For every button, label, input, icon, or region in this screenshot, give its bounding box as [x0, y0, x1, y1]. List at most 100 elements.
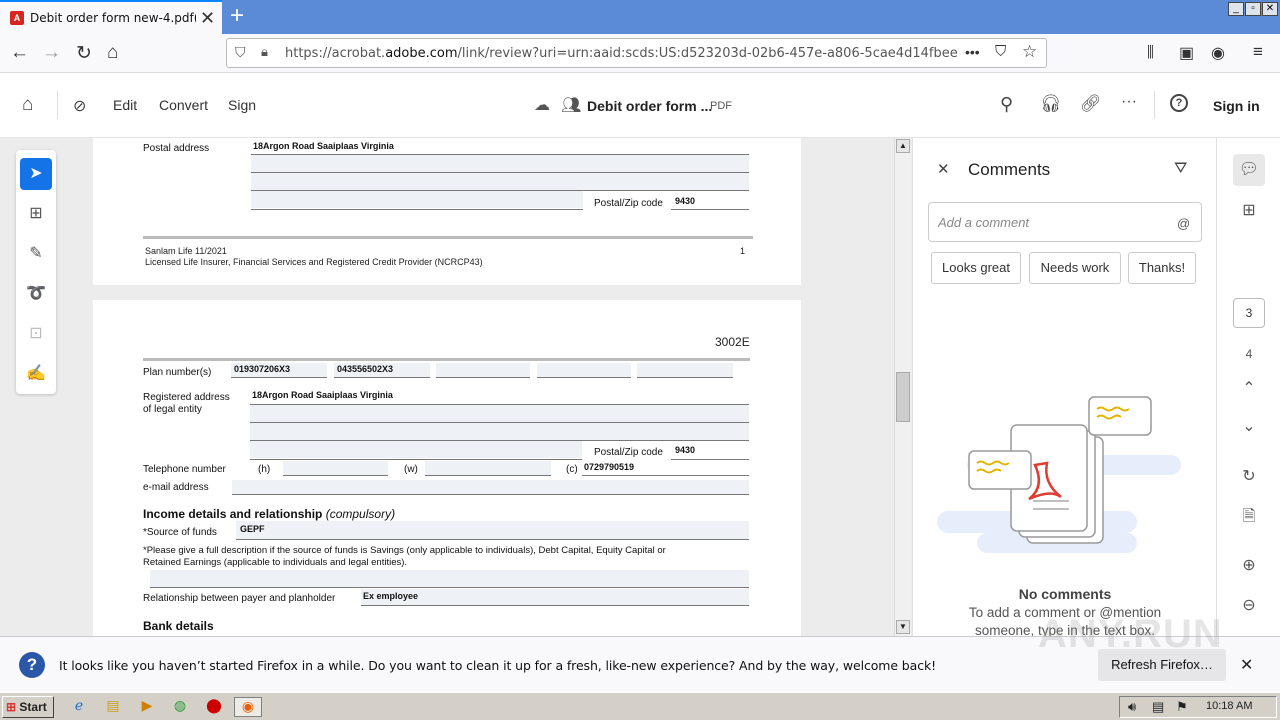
telephone-w-label: (w)	[404, 464, 418, 475]
volume-icon[interactable]: 🔊︎	[1128, 699, 1136, 715]
field-line	[361, 605, 749, 606]
scroll-thumb[interactable]	[896, 372, 910, 422]
search-icon[interactable]: ⚲	[1000, 94, 1013, 115]
field-line	[671, 209, 749, 210]
telephone-c-label: (c)	[566, 464, 578, 475]
previous-page-icon[interactable]: ⌃	[1233, 378, 1265, 398]
network-icon[interactable]: ▤	[1152, 699, 1164, 715]
close-panel-icon[interactable]: ✕	[937, 160, 950, 178]
quick-reply-needs-work[interactable]: Needs work	[1029, 252, 1121, 284]
document-title[interactable]: Debit order form ...	[587, 98, 712, 114]
field-bg	[361, 589, 749, 605]
minimize-button[interactable]: _	[1228, 2, 1244, 16]
extract-pages-icon[interactable]: 🗎︎	[1233, 505, 1265, 532]
thumbnails-icon[interactable]: ⊞	[1233, 200, 1265, 220]
comment-placeholder: Add a comment	[938, 215, 1030, 230]
document-scrollbar[interactable]: ▲ ▼	[894, 138, 911, 636]
quick-reply-thanks[interactable]: Thanks!	[1128, 252, 1196, 284]
firefox-taskbar-button[interactable]: ◉	[234, 697, 262, 717]
security-icon[interactable]: ⬤	[204, 697, 224, 717]
people-icon[interactable]: 👥︎	[561, 95, 581, 115]
field-bg	[150, 570, 749, 587]
more-icon[interactable]: ···	[1121, 93, 1137, 111]
text-box-icon[interactable]: ⊡	[20, 318, 52, 350]
comments-panel-icon[interactable]: 💬︎	[1233, 154, 1265, 186]
draw-lasso-icon[interactable]: ➰	[20, 278, 52, 310]
bank-details-heading: Bank details	[143, 619, 214, 633]
select-tool-icon[interactable]: ➤	[20, 158, 52, 190]
close-window-button[interactable]: ✕	[1262, 2, 1278, 16]
clock[interactable]: 10:18 AM	[1206, 700, 1252, 712]
url-text[interactable]: https://acrobat.adobe.com/link/review?ur…	[285, 46, 958, 61]
home-icon[interactable]: ⌂	[107, 42, 118, 64]
link-icon[interactable]: 🔗︎	[1080, 94, 1102, 114]
start-button[interactable]: ⊞ Start	[2, 696, 54, 718]
menu-icon[interactable]: ≡	[1253, 42, 1263, 62]
footer-rule	[143, 236, 753, 239]
help-icon[interactable]: ?	[1170, 94, 1188, 112]
more-actions-icon[interactable]: •••	[965, 44, 980, 60]
add-comment-icon[interactable]: ⊞	[20, 198, 52, 230]
anyrun-watermark: ANY.RUN	[1038, 612, 1223, 656]
mention-icon[interactable]: @	[1177, 216, 1190, 231]
divider	[57, 91, 58, 119]
back-icon[interactable]: ←	[10, 42, 29, 64]
close-tab-icon[interactable]: ✕	[200, 8, 215, 29]
registered-address-value: 18Argon Road Saaiplaas Virginia	[252, 390, 393, 400]
sign-in-button[interactable]: Sign in	[1213, 98, 1260, 114]
sign-icon[interactable]: ✍	[20, 358, 52, 390]
postal-zip-value: 9430	[675, 445, 696, 455]
field-line	[236, 539, 749, 540]
field-line	[232, 494, 749, 495]
sidebar-icon[interactable]: ▣	[1179, 43, 1194, 63]
page-total: 4	[1245, 347, 1253, 361]
browser-tab[interactable]: A Debit order form new-4.pdf(Revie ✕	[0, 0, 222, 34]
account-icon[interactable]: ◉	[1211, 43, 1225, 63]
zoom-out-icon[interactable]: ⊖	[1233, 595, 1265, 615]
windows-taskbar: ⊞ Start ℯ ▤ ▶ ◍ ⬤ ◉ 🔊︎ ▤ ⚑ 10:18 AM	[0, 692, 1280, 720]
home-icon[interactable]: ⌂	[22, 94, 33, 116]
plan-number-1: 019307206X3	[234, 364, 291, 374]
quick-reply-looks-great[interactable]: Looks great	[931, 252, 1021, 284]
scroll-up-arrow[interactable]: ▲	[896, 139, 910, 153]
headphones-icon[interactable]: 🎧︎	[1040, 94, 1062, 114]
highlight-pen-icon[interactable]: ✎	[20, 238, 52, 270]
library-icon[interactable]: ⫼	[1147, 44, 1154, 61]
explorer-icon[interactable]: ▤	[103, 697, 123, 717]
tab-strip: A Debit order form new-4.pdf(Revie ✕ + _…	[0, 0, 1280, 34]
page-number-input[interactable]: 3	[1233, 298, 1265, 328]
close-notification-icon[interactable]: ✕	[1240, 655, 1253, 675]
menu-edit[interactable]: Edit	[113, 97, 137, 113]
reload-icon[interactable]: ↻	[76, 42, 92, 65]
comments-title: Comments	[968, 160, 1051, 179]
filter-icon[interactable]: ⛛	[1174, 160, 1187, 178]
chrome-icon[interactable]: ◍	[170, 697, 190, 717]
url-bar[interactable]: ⛉ 🔒︎ https://acrobat.adobe.com/link/revi…	[226, 38, 1047, 68]
help-question-icon: ?	[19, 652, 45, 678]
ie-icon[interactable]: ℯ	[69, 697, 89, 717]
source-of-funds-value: GEPF	[240, 524, 265, 534]
ai-assistant-icon[interactable]: ⊘	[73, 96, 86, 116]
shield-icon[interactable]: ⛉	[235, 44, 246, 61]
field-line	[436, 377, 530, 378]
field-line	[671, 459, 749, 460]
zoom-in-icon[interactable]: ⊕	[1233, 555, 1265, 575]
comment-input[interactable]: Add a comment @	[928, 202, 1202, 242]
media-player-icon[interactable]: ▶	[137, 697, 157, 717]
forward-icon[interactable]: →	[42, 42, 61, 64]
flag-icon[interactable]: ⚑	[1176, 699, 1188, 715]
rotate-icon[interactable]: ↻	[1233, 466, 1265, 486]
maximize-button[interactable]: ▫	[1245, 2, 1261, 16]
new-tab-button[interactable]: +	[230, 2, 244, 30]
telephone-label: Telephone number	[143, 464, 226, 475]
document-type: PDF	[710, 100, 732, 112]
menu-sign[interactable]: Sign	[228, 97, 256, 113]
scroll-down-arrow[interactable]: ▼	[896, 620, 910, 634]
next-page-icon[interactable]: ⌄	[1233, 416, 1265, 436]
lock-icon[interactable]: 🔒︎	[261, 44, 268, 60]
pocket-icon[interactable]: ⛉	[995, 43, 1006, 60]
menu-convert[interactable]: Convert	[159, 97, 208, 113]
telephone-h-label: (h)	[258, 464, 271, 475]
field-bg	[250, 405, 749, 422]
bookmark-star-icon[interactable]: ☆	[1022, 42, 1037, 62]
